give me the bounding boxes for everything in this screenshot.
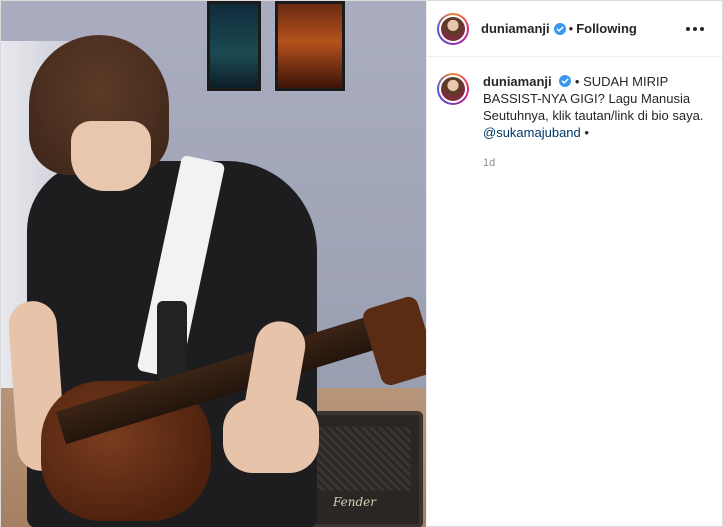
caption-body: duniamanji • SUDAH MIRIP BASSIST-NYA GIG… [483,73,708,172]
verified-badge-icon [559,75,572,87]
avatar-image [439,75,467,103]
strap-buckle [157,301,187,381]
amp-logo: Fender [333,495,377,509]
header-username[interactable]: duniamanji [481,21,550,36]
verified-badge-icon [553,22,566,35]
avatar[interactable] [437,73,469,105]
post-header: duniamanji • Following [427,1,722,57]
caption-mention-link[interactable]: @sukamajuband [483,125,581,140]
caption-username[interactable]: duniamanji [483,74,552,89]
following-button[interactable]: Following [576,21,637,36]
post-side-panel: duniamanji • Following duniamanji • SUDA… [426,1,722,527]
header-separator: • [568,21,574,36]
caption-separator: • [574,74,580,89]
avatar[interactable] [437,12,469,45]
post-timestamp[interactable]: 1d [483,155,708,172]
person-face [71,121,151,191]
caption-trailing-dot: • [584,125,589,140]
instagram-post: Fender duniamanji • Following duniamanji… [0,0,723,527]
caption-comment: duniamanji • SUDAH MIRIP BASSIST-NYA GIG… [427,57,722,172]
fretting-hand [223,399,319,473]
avatar-image [439,14,467,43]
wall-poster [207,1,261,91]
wall-poster [275,1,345,91]
amp-grille [305,427,411,491]
more-options-icon[interactable] [682,23,708,35]
post-video[interactable]: Fender [1,1,426,527]
